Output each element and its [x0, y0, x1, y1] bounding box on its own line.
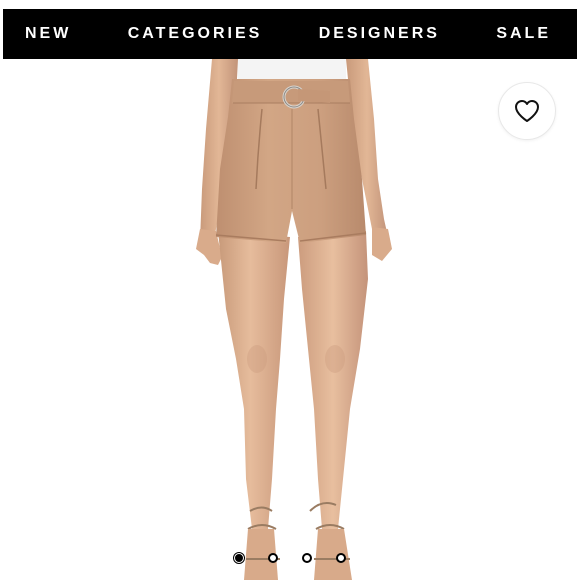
product-photo[interactable]	[0, 59, 580, 580]
nav-item-designers[interactable]: DESIGNERS	[319, 25, 440, 43]
carousel-dot-4[interactable]	[336, 553, 346, 563]
carousel-dots	[234, 551, 346, 565]
wishlist-button[interactable]	[498, 82, 556, 140]
carousel-dot-3[interactable]	[302, 553, 312, 563]
nav-item-new[interactable]: NEW	[25, 25, 71, 43]
nav-item-sale[interactable]: SALE	[496, 25, 551, 43]
carousel-dot-2[interactable]	[268, 553, 278, 563]
heart-icon	[514, 99, 540, 123]
nav-item-categories[interactable]: CATEGORIES	[128, 25, 263, 43]
top-navigation: NEW CATEGORIES DESIGNERS SALE	[3, 9, 577, 59]
product-page: NEW CATEGORIES DESIGNERS SALE	[0, 0, 580, 580]
carousel-dot-1[interactable]	[234, 553, 244, 563]
